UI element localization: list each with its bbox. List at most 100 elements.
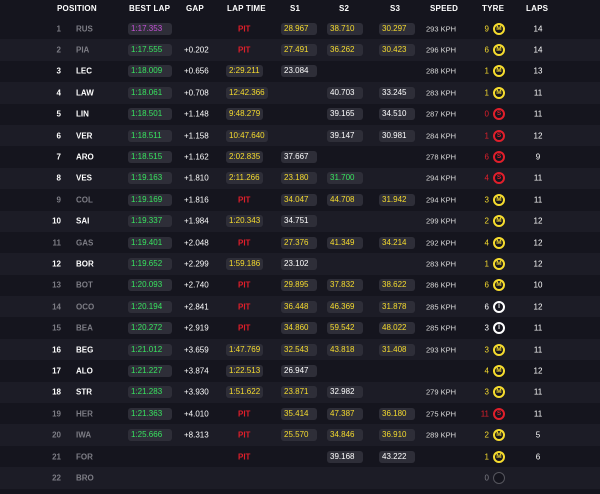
table-row[interactable]: 11 GAS 1:19.401 +2.048 PIT 27.376 41.349 34.214… xyxy=(0,232,600,253)
table-row[interactable]: 15 BEA 1:20.272 +2.919 PIT 34.860 59.542 48.022… xyxy=(0,317,600,338)
pit-status: PIT xyxy=(238,409,251,419)
sector-1-time: 27.376 xyxy=(281,236,317,249)
tyre-age: 6 xyxy=(484,280,489,290)
sector-2-time: 40.703 xyxy=(327,86,363,99)
laps-completed: 11 xyxy=(533,173,543,183)
gap-to-leader: +2.299 xyxy=(184,259,209,269)
table-row[interactable]: 6 VER 1:18.511 +1.158 10:47.640 39.147 30.981 2… xyxy=(0,124,600,147)
table-row[interactable]: 21 FOR PIT 39.168 43.222 1 M 6 xyxy=(0,446,600,467)
best-lap-time: 1:17.555 xyxy=(128,44,172,57)
position-number: 1 xyxy=(56,24,61,34)
table-row[interactable]: 12 BOR 1:19.652 +2.299 1:59.186 23.102 283 KPH… xyxy=(0,253,600,275)
medium-tyre-icon: M xyxy=(493,215,505,228)
sector-3-time: 30.423 xyxy=(379,44,415,57)
gap-to-leader: +1.162 xyxy=(184,152,209,162)
gap-to-leader: +1.984 xyxy=(184,216,209,226)
laps-completed: 12 xyxy=(533,259,543,269)
gap-to-leader: +2.048 xyxy=(184,238,209,248)
pit-status: PIT xyxy=(238,280,251,290)
header-s2: S2 xyxy=(339,4,350,13)
last-lap-time: 1:59.186 xyxy=(226,257,264,270)
table-row[interactable]: 16 BEG 1:21.012 +3.659 1:47.769 32.543 43.818 3… xyxy=(0,338,600,361)
table-row[interactable]: 1 RUS 1:17.353 PIT 28.967 38.710 30.297 293 KPH… xyxy=(0,18,600,39)
sector-2-time: 34.846 xyxy=(327,429,363,442)
sector-1-time: 32.543 xyxy=(281,343,317,356)
laps-completed: 9 xyxy=(535,152,541,162)
sector-3-time: 43.222 xyxy=(379,450,415,463)
driver-code: BEG xyxy=(76,345,94,355)
best-lap-time: 1:17.353 xyxy=(128,22,172,35)
last-lap-time: 1:51.622 xyxy=(226,386,264,399)
best-lap-time: 1:19.337 xyxy=(128,215,172,228)
table-row[interactable]: 22 BRO 0 xyxy=(0,467,600,489)
speed-trap: 287 KPH xyxy=(426,109,457,119)
sector-2-time: 36.262 xyxy=(327,44,363,57)
medium-tyre-icon: M xyxy=(493,279,505,292)
table-row[interactable]: 5 LIN 1:18.501 +1.148 9:48.279 39.165 34.510 28… xyxy=(0,104,600,125)
laps-completed: 12 xyxy=(533,131,543,141)
best-lap-time: 1:20.272 xyxy=(128,322,172,335)
table-row[interactable]: 9 COL 1:19.169 +1.816 PIT 34.047 44.708 31.942 2… xyxy=(0,189,600,210)
medium-tyre-icon: M xyxy=(493,450,505,463)
table-row[interactable]: 19 HER 1:21.363 +4.010 PIT 35.414 47.387 36.180… xyxy=(0,403,600,424)
table-row[interactable]: 17 ALO 1:21.227 +3.874 1:22.513 26.947 4 M 12 xyxy=(0,360,600,381)
driver-code: ARO xyxy=(76,152,94,162)
driver-code: BEA xyxy=(76,323,93,333)
pit-status: PIT xyxy=(238,45,251,55)
best-lap-time: 1:19.169 xyxy=(128,193,172,206)
sector-2-time: 41.349 xyxy=(327,236,363,249)
tyre-age: 1 xyxy=(484,66,489,76)
table-row[interactable]: 8 VES 1:19.163 +1.810 2:11.266 23.180 31.700 29… xyxy=(0,167,600,190)
speed-trap: 293 KPH xyxy=(426,345,457,355)
table-row[interactable]: 13 BOT 1:20.093 +2.740 PIT 29.895 37.832 38.622… xyxy=(0,275,600,296)
sector-1-time: 23.180 xyxy=(281,172,317,185)
column-header-row: POSITION BEST LAP GAP LAP TIME S1 S2 S3 … xyxy=(0,0,600,18)
driver-code: LEC xyxy=(76,66,92,76)
speed-trap: 293 KPH xyxy=(426,24,457,34)
pit-status: PIT xyxy=(238,430,251,440)
table-row[interactable]: 4 LAW 1:18.061 +0.708 12:42.366 40.703 33.245 2… xyxy=(0,82,600,104)
table-row[interactable]: 14 OCO 1:20.194 +2.841 PIT 36.448 46.369 31.878… xyxy=(0,296,600,318)
gap-to-leader: +3.659 xyxy=(184,345,209,355)
soft-tyre-icon: S xyxy=(493,151,505,164)
laps-completed: 12 xyxy=(533,366,543,376)
gap-to-leader: +0.656 xyxy=(184,66,209,76)
laps-completed: 11 xyxy=(533,409,543,419)
sector-2-time: 46.369 xyxy=(327,300,363,313)
table-row[interactable]: 3 LEC 1:18.009 +0.656 2:29.211 23.084 288 KPH 1… xyxy=(0,61,600,82)
last-lap-time: 1:22.513 xyxy=(226,364,264,377)
tyre-age: 6 xyxy=(484,45,489,55)
sector-3-time: 30.297 xyxy=(379,22,415,35)
position-number: 18 xyxy=(52,387,61,397)
pit-status: PIT xyxy=(238,195,251,205)
last-lap-time: 2:11.266 xyxy=(226,172,263,185)
speed-trap: 289 KPH xyxy=(426,430,457,440)
no-tyre-icon xyxy=(493,471,505,484)
table-row[interactable]: 18 STR 1:21.283 +3.930 1:51.622 23.871 32.982 2… xyxy=(0,381,600,404)
driver-code: IWA xyxy=(76,430,92,440)
pit-status: PIT xyxy=(238,452,251,461)
table-row[interactable]: 20 IWA 1:25.666 +8.313 PIT 25.570 34.846 36.910… xyxy=(0,424,600,446)
sector-3-time: 31.408 xyxy=(379,343,415,356)
driver-rows: 1 RUS 1:17.353 PIT 28.967 38.710 30.297 293 KPH… xyxy=(0,18,600,489)
position-number: 7 xyxy=(56,152,61,162)
table-row[interactable]: 2 PIA 1:17.555 +0.202 PIT 27.491 36.262 30.423 2… xyxy=(0,39,600,61)
sector-3-time: 31.878 xyxy=(379,300,415,313)
table-row[interactable]: 7 ARO 1:18.515 +1.162 2:02.835 37.667 278 KPH 6… xyxy=(0,146,600,167)
medium-tyre-icon: M xyxy=(493,22,505,35)
sector-1-time: 29.895 xyxy=(281,279,317,292)
best-lap-time: 1:21.363 xyxy=(128,407,172,420)
position-number: 10 xyxy=(52,216,61,226)
table-row[interactable]: 10 SAI 1:19.337 +1.984 1:20.343 34.751 299 KPH… xyxy=(0,210,600,232)
gap-to-leader: +3.874 xyxy=(184,366,209,376)
last-lap-time: 1:20.343 xyxy=(226,215,264,228)
gap-to-leader: +1.810 xyxy=(184,173,209,183)
position-number: 9 xyxy=(56,195,61,205)
medium-tyre-icon: M xyxy=(493,86,505,99)
position-number: 20 xyxy=(52,430,61,440)
speed-trap: 285 KPH xyxy=(426,323,457,333)
sector-3-time: 36.910 xyxy=(379,429,415,442)
medium-tyre-icon: M xyxy=(493,44,505,57)
laps-completed: 14 xyxy=(533,24,543,34)
medium-tyre-icon: M xyxy=(493,364,505,377)
